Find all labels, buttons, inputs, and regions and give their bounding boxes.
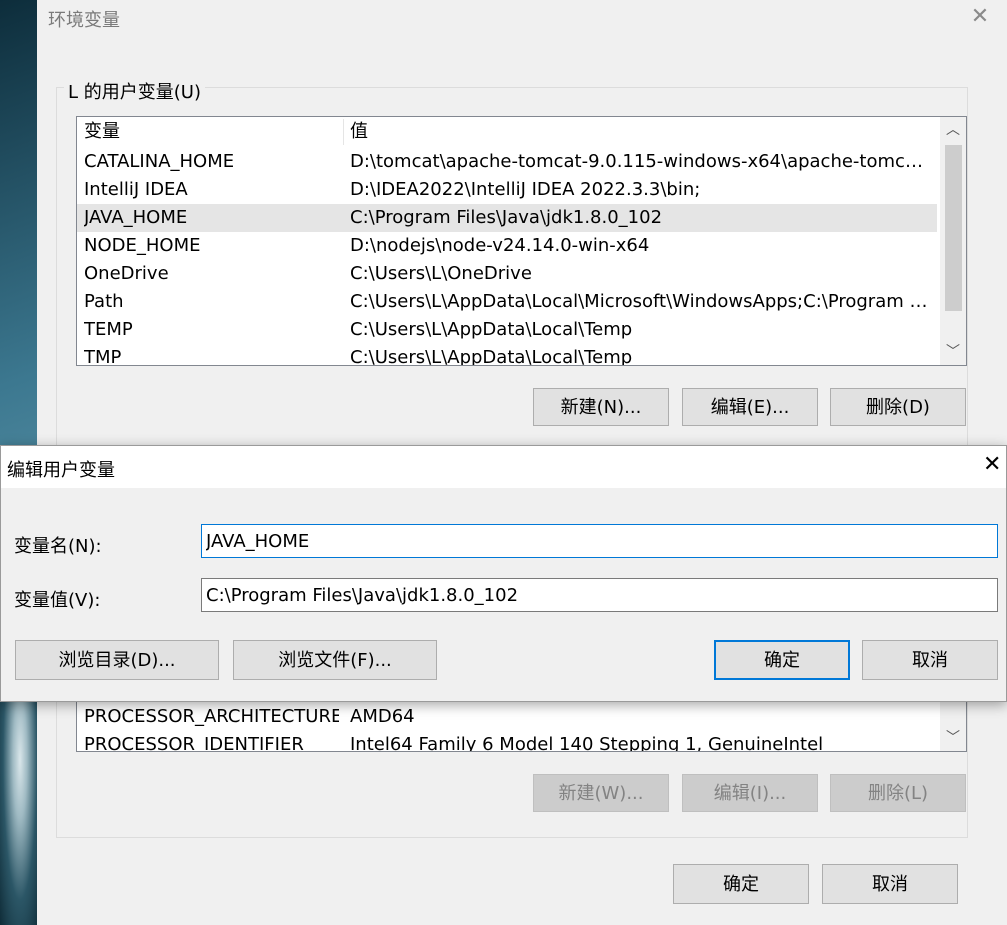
list-header: 变量 值 (77, 117, 937, 147)
variable-name-cell: Path (84, 291, 124, 312)
dialog-cancel-button[interactable]: 取消 (862, 640, 998, 680)
table-row[interactable]: IntelliJ IDEA D:\IDEA2022\IntelliJ IDEA 2… (77, 176, 937, 204)
table-row[interactable]: TEMP C:\Users\L\AppData\Local\Temp (77, 316, 937, 344)
scroll-up-icon[interactable]: ︿ (940, 117, 966, 143)
variable-name-cell: NODE_HOME (84, 235, 201, 256)
variable-value-input[interactable] (201, 578, 998, 612)
table-row[interactable]: Path C:\Users\L\AppData\Local\Microsoft\W… (77, 288, 937, 316)
close-icon[interactable]: ✕ (983, 454, 1001, 476)
variable-name-cell: TEMP (84, 319, 133, 340)
table-row[interactable]: PROCESSOR_IDENTIFIER Intel64 Family 6 Mod… (77, 731, 937, 752)
column-header-value[interactable]: 值 (350, 117, 368, 147)
table-row[interactable]: PROCESSOR_ARCHITECTURE AMD64 (77, 703, 937, 731)
user-edit-button[interactable]: 编辑(E)... (682, 388, 818, 426)
table-row[interactable]: CATALINA_HOME D:\tomcat\apache-tomcat-9.0… (77, 148, 937, 176)
cancel-button[interactable]: 取消 (822, 864, 958, 904)
variable-value-cell: D:\IDEA2022\IntelliJ IDEA 2022.3.3\bin; (350, 179, 701, 200)
variable-value-cell: D:\nodejs\node-v24.14.0-win-x64 (350, 235, 650, 256)
system-new-button[interactable]: 新建(W)... (533, 774, 669, 812)
scroll-down-icon[interactable]: ﹀ (940, 725, 966, 751)
scroll-down-icon[interactable]: ﹀ (940, 339, 966, 365)
close-icon[interactable]: ✕ (969, 6, 991, 30)
user-new-button[interactable]: 新建(N)... (533, 388, 669, 426)
vertical-scrollbar[interactable]: ︿ ﹀ (940, 117, 966, 365)
variable-value-cell: C:\Users\L\AppData\Local\Temp (350, 319, 633, 340)
user-variables-group-label: L 的用户变量(U) (64, 78, 205, 104)
variable-value-cell: C:\Program Files\Java\jdk1.8.0_102 (350, 207, 663, 228)
variable-name-cell: TMP (84, 347, 122, 366)
column-separator[interactable] (343, 119, 344, 145)
variable-name-input[interactable] (201, 524, 998, 558)
table-row[interactable]: OneDrive C:\Users\L\OneDrive (77, 260, 937, 288)
variable-value-cell: C:\Users\L\AppData\Local\Temp (350, 347, 633, 366)
user-variables-list[interactable]: 变量 值 CATALINA_HOME D:\tomcat\apache-tomca… (76, 116, 967, 366)
window-title: 环境变量 (48, 10, 120, 31)
scrollbar-thumb[interactable] (945, 145, 962, 311)
browse-directory-button[interactable]: 浏览目录(D)... (15, 640, 219, 680)
browse-file-button[interactable]: 浏览文件(F)... (233, 640, 437, 680)
dialog-ok-button[interactable]: 确定 (714, 640, 850, 680)
system-edit-button[interactable]: 编辑(I)... (682, 774, 818, 812)
system-delete-button[interactable]: 删除(L) (830, 774, 966, 812)
system-vertical-scrollbar[interactable]: ﹀ (940, 701, 966, 751)
variable-value-cell: Intel64 Family 6 Model 140 Stepping 1, G… (350, 734, 824, 752)
variable-name-cell: OneDrive (84, 263, 169, 284)
variable-value-cell: C:\Users\L\AppData\Local\Microsoft\Windo… (350, 291, 932, 312)
table-row[interactable]: NODE_HOME D:\nodejs\node-v24.14.0-win-x64 (77, 232, 937, 260)
variable-value-label: 变量值(V): (14, 590, 101, 611)
table-row[interactable]: JAVA_HOME C:\Program Files\Java\jdk1.8.0_… (77, 204, 937, 232)
variable-name-cell: JAVA_HOME (84, 207, 188, 228)
variable-name-cell: CATALINA_HOME (84, 151, 235, 172)
edit-user-variable-dialog: 编辑用户变量 ✕ 变量名(N): 变量值(V): 浏览目录(D)... 浏览文件… (0, 445, 1007, 702)
variable-name-cell: PROCESSOR_ARCHITECTURE (84, 706, 339, 727)
variable-name-cell: IntelliJ IDEA (84, 179, 188, 200)
variable-name-cell: PROCESSOR_IDENTIFIER (84, 734, 304, 752)
variable-value-cell: D:\tomcat\apache-tomcat-9.0.115-windows-… (350, 151, 932, 172)
variable-name-label: 变量名(N): (14, 536, 102, 557)
ok-button[interactable]: 确定 (673, 864, 809, 904)
variable-value-cell: AMD64 (350, 706, 415, 727)
variable-value-cell: C:\Users\L\OneDrive (350, 263, 532, 284)
system-variables-list[interactable]: PROCESSOR_ARCHITECTURE AMD64 PROCESSOR_IDE… (76, 700, 967, 752)
column-header-variable[interactable]: 变量 (84, 117, 120, 147)
dialog-title: 编辑用户变量 (7, 460, 115, 481)
dialog-titlebar: 编辑用户变量 ✕ (1, 446, 1006, 488)
user-delete-button[interactable]: 删除(D) (830, 388, 966, 426)
table-row[interactable]: TMP C:\Users\L\AppData\Local\Temp (77, 344, 937, 366)
